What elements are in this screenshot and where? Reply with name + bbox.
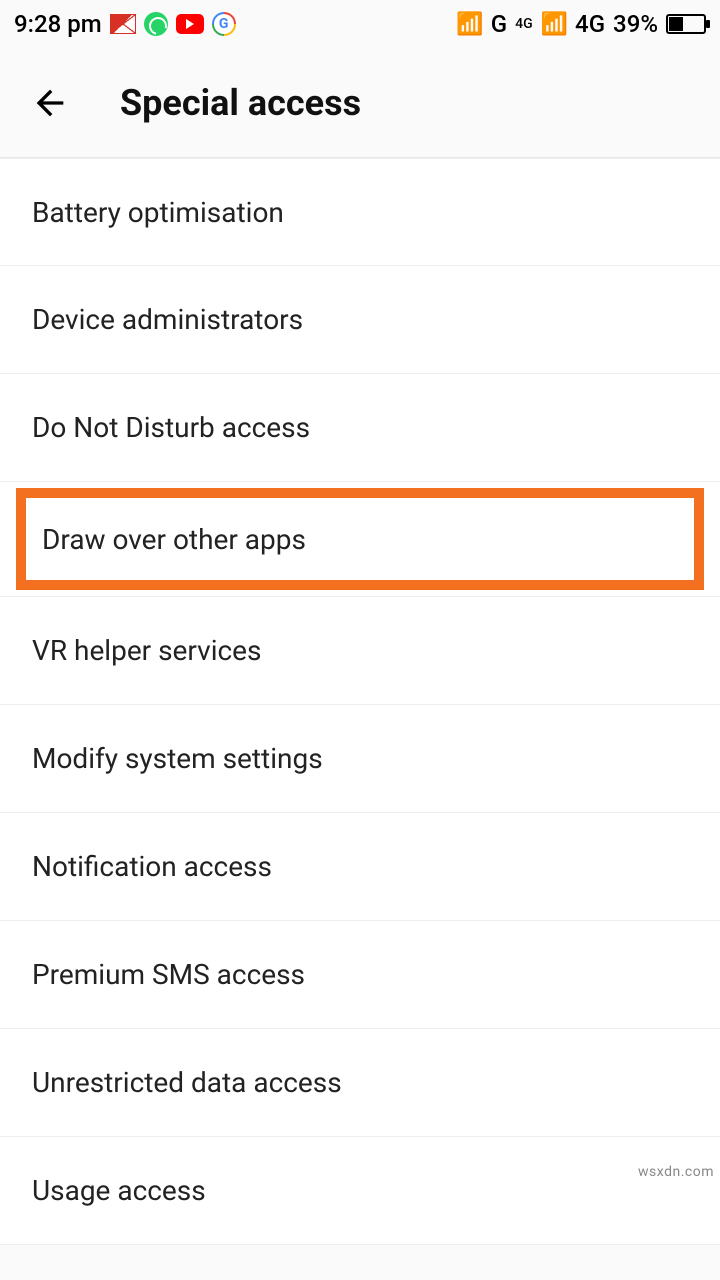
list-item[interactable]: Modify system settings: [0, 705, 720, 813]
status-right: 📶 G 4G 📶 4G 39%: [456, 10, 706, 38]
back-button[interactable]: [20, 73, 80, 133]
list-item-label: Battery optimisation: [32, 196, 284, 229]
list-item[interactable]: Notification access: [0, 813, 720, 921]
battery-icon: [666, 14, 706, 34]
list-item[interactable]: Usage access: [0, 1137, 720, 1245]
list-item-label: Device administrators: [32, 303, 303, 336]
battery-percent: 39%: [613, 10, 658, 38]
list-item[interactable]: Device administrators: [0, 266, 720, 374]
network-2-small-label: 4G: [515, 19, 533, 29]
settings-list: Battery optimisation Device administrator…: [0, 158, 720, 1245]
list-item-label: Do Not Disturb access: [32, 411, 310, 444]
list-item-label: Draw over other apps: [42, 523, 306, 556]
watermark: wsxdn.com: [638, 1164, 714, 1180]
list-item[interactable]: Unrestricted data access: [0, 1029, 720, 1137]
status-time: 9:28 pm: [14, 10, 102, 38]
youtube-icon: [176, 14, 204, 34]
list-item-label: Notification access: [32, 850, 272, 883]
arrow-left-icon: [30, 83, 70, 123]
list-item[interactable]: Do Not Disturb access: [0, 374, 720, 482]
list-item-label: Modify system settings: [32, 742, 323, 775]
gmail-icon: [110, 14, 136, 34]
app-bar: Special access: [0, 48, 720, 158]
list-item-label: Premium SMS access: [32, 958, 305, 991]
whatsapp-icon: [144, 12, 168, 36]
list-item[interactable]: Draw over other apps: [30, 502, 690, 576]
highlight-annotation: Draw over other apps: [0, 482, 720, 597]
status-left: 9:28 pm: [14, 10, 236, 38]
status-bar: 9:28 pm 📶 G 4G 📶 4G 39%: [0, 0, 720, 48]
list-item[interactable]: Battery optimisation: [0, 158, 720, 266]
list-item-label: VR helper services: [32, 634, 261, 667]
network-2-label: 4G: [575, 10, 605, 38]
google-icon: [212, 12, 236, 36]
list-item[interactable]: VR helper services: [0, 597, 720, 705]
signal-1-icon: 📶: [456, 12, 482, 37]
list-item[interactable]: Premium SMS access: [0, 921, 720, 1029]
list-item-label: Usage access: [32, 1174, 206, 1207]
network-1-label: G: [491, 10, 507, 38]
signal-2-icon: 📶: [541, 12, 567, 37]
list-item-label: Unrestricted data access: [32, 1066, 342, 1099]
page-title: Special access: [120, 82, 361, 124]
battery-fill: [669, 17, 683, 31]
